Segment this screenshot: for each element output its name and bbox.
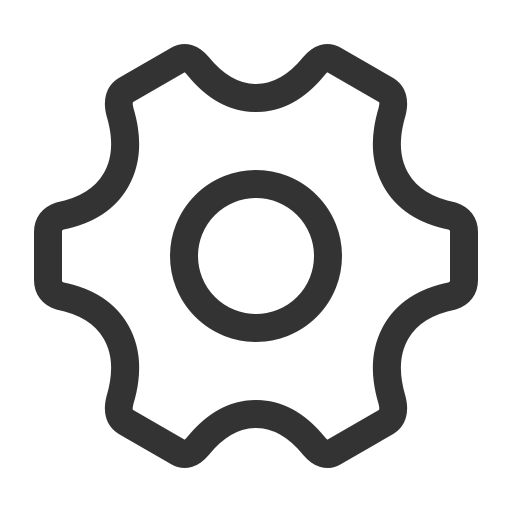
gear-icon: [34, 44, 478, 468]
icon-canvas: [0, 0, 512, 512]
gear-outline: [34, 44, 478, 468]
gear-center-hole: [170, 170, 342, 342]
